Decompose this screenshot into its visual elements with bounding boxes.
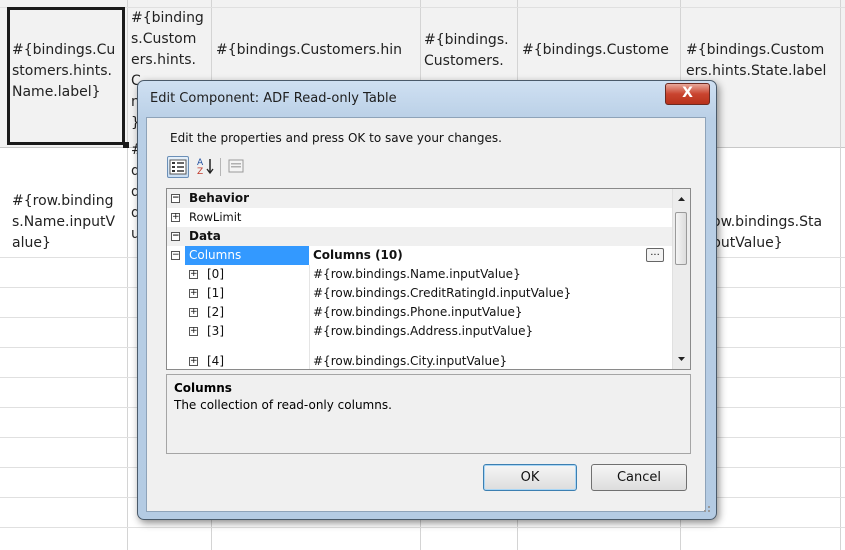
expand-icon[interactable]: + — [171, 213, 180, 222]
column-row-2[interactable]: + [2] #{row.bindings.Phone.inputValue} — [167, 303, 674, 322]
instructions-text: Edit the properties and press OK to save… — [170, 131, 502, 145]
column-row-3[interactable]: + [3] #{row.bindings.Address.inputValue} — [167, 322, 674, 341]
column-index: [2] — [207, 305, 224, 319]
ok-button[interactable]: OK — [483, 464, 577, 491]
property-grid[interactable]: − Behavior + RowLimit − Data − Columns C… — [166, 188, 691, 370]
expand-icon[interactable]: + — [189, 270, 198, 279]
category-label: Data — [189, 229, 221, 243]
category-data[interactable]: − Data — [167, 227, 674, 246]
column-binding[interactable]: #{row.bindings.Address.inputValue} — [313, 322, 533, 341]
expand-icon[interactable]: + — [189, 357, 198, 366]
vertical-scrollbar[interactable] — [672, 189, 690, 369]
sort-az-icon: A Z — [197, 158, 214, 177]
header-cell-state[interactable]: #{bindings.Custom ers.hints.State.label — [686, 40, 826, 82]
close-button[interactable]: X — [665, 83, 710, 105]
column-index: [4] — [207, 354, 224, 368]
property-pages-icon — [228, 159, 244, 173]
cancel-button[interactable]: Cancel — [591, 464, 687, 491]
header-cell-city[interactable]: #{bindings.Custome — [522, 40, 669, 61]
column-row-1[interactable]: + [1] #{row.bindings.CreditRatingId.inpu… — [167, 284, 674, 303]
grid-line — [0, 527, 845, 528]
header-cell-phone[interactable]: #{bindings.Customers.hin — [216, 40, 402, 61]
row-cell-name[interactable]: #{row.binding s.Name.inputV alue} — [12, 191, 115, 254]
ellipsis-button[interactable]: ... — [646, 248, 664, 262]
description-panel: Columns The collection of read-only colu… — [166, 374, 691, 454]
category-label: Behavior — [189, 191, 250, 205]
property-name: RowLimit — [189, 210, 242, 224]
column-row-4[interactable]: + [4] #{row.bindings.City.inputValue} — [167, 354, 674, 369]
svg-text:Z: Z — [197, 167, 203, 176]
resize-grip-icon[interactable] — [700, 502, 712, 514]
expand-icon[interactable]: + — [189, 289, 198, 298]
property-row-columns[interactable]: − Columns Columns (10) ... — [167, 246, 674, 265]
scroll-up-icon[interactable] — [673, 192, 690, 206]
toolbar-separator — [220, 158, 221, 176]
property-row-rowlimit[interactable]: + RowLimit — [167, 208, 674, 227]
collapse-icon[interactable]: − — [171, 194, 180, 203]
category-behavior[interactable]: − Behavior — [167, 189, 674, 208]
dialog-titlebar[interactable]: Edit Component: ADF Read-only Table X — [138, 81, 716, 117]
categorized-icon — [169, 159, 187, 175]
column-row-0[interactable]: + [0] #{row.bindings.Name.inputValue} — [167, 265, 674, 284]
selected-cell-outline — [7, 7, 125, 145]
expand-icon[interactable]: + — [189, 327, 198, 336]
column-binding[interactable]: #{row.bindings.Name.inputValue} — [313, 265, 521, 284]
row-cell-state[interactable]: ow.bindings.Sta putValue} — [712, 212, 822, 254]
property-value[interactable]: Columns (10) — [313, 246, 403, 265]
scrollbar-thumb[interactable] — [675, 212, 687, 265]
column-binding[interactable]: #{row.bindings.City.inputValue} — [313, 352, 507, 369]
description-heading: Columns — [174, 381, 232, 395]
header-cell-address[interactable]: #{bindings. Customers. — [424, 30, 509, 72]
column-index: [0] — [207, 267, 224, 281]
column-index: [1] — [207, 286, 224, 300]
grid-line — [0, 7, 845, 8]
categorized-button[interactable] — [167, 156, 189, 178]
column-binding[interactable]: #{row.bindings.Phone.inputValue} — [313, 303, 522, 322]
collapse-icon[interactable]: − — [171, 251, 180, 260]
fill-handle[interactable] — [123, 142, 129, 148]
sort-alphabetical-button[interactable]: A Z — [195, 156, 217, 178]
column-binding[interactable]: #{row.bindings.CreditRatingId.inputValue… — [313, 284, 571, 303]
collapse-icon[interactable]: − — [171, 232, 180, 241]
description-text: The collection of read-only columns. — [174, 398, 392, 412]
scroll-down-icon[interactable] — [673, 352, 690, 366]
expand-icon[interactable]: + — [189, 308, 198, 317]
dialog-title: Edit Component: ADF Read-only Table — [150, 91, 397, 106]
property-pages-button[interactable] — [225, 156, 247, 178]
property-name-selected[interactable]: Columns — [185, 246, 309, 265]
column-index: [3] — [207, 324, 224, 338]
